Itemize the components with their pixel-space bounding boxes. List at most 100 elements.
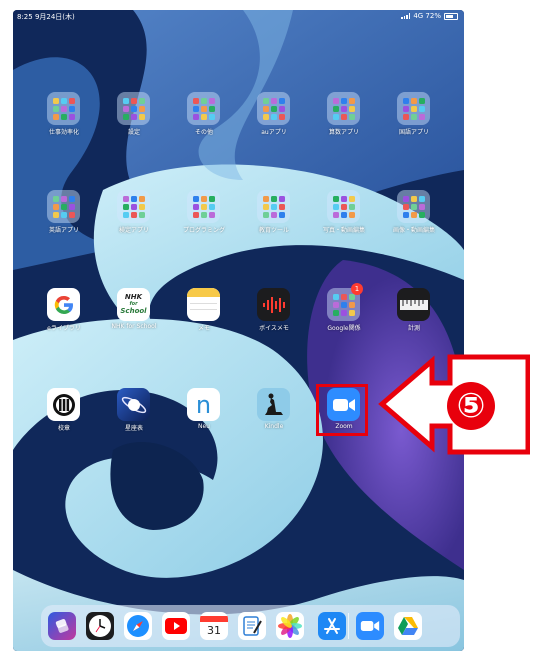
app-label: eライブラリ (47, 325, 81, 332)
folder-mini-app-icon (192, 211, 199, 218)
status-network-battery: 4G 72% (413, 12, 441, 20)
folder-mini-app-icon (340, 309, 347, 316)
app-label: その他 (194, 129, 213, 136)
app-folder-1-2[interactable]: プログラミング (174, 190, 234, 242)
dock-photos-icon[interactable] (276, 612, 304, 640)
nhk-icon-text: School (120, 307, 147, 315)
dock-clock-icon[interactable] (86, 612, 114, 640)
app-folder-1-4[interactable]: 写真・動画編集 (314, 190, 374, 242)
folder-mini-app-icon (138, 97, 145, 104)
dock-goodnotes-icon[interactable] (238, 612, 266, 640)
app-label: 教育ツール (258, 227, 289, 234)
dock-shortcuts-icon[interactable] (48, 612, 76, 640)
app-label: 星座表 (124, 425, 143, 432)
app-folder-1-0[interactable]: 英語アプリ (34, 190, 94, 242)
app-label: 英語アプリ (48, 227, 79, 234)
app-nhk-2-1[interactable]: NHK for School NHK for School (104, 288, 164, 340)
app-label: NHK for School (111, 323, 157, 330)
app-measure-2-5[interactable]: 計測 (384, 288, 444, 340)
app-kindle-3-3[interactable]: Kindle (244, 388, 304, 440)
folder-mini-app-icon (52, 203, 59, 210)
dock-app-store-icon[interactable] (318, 612, 346, 640)
google-icon (47, 288, 80, 321)
dock-safari-icon[interactable] (124, 612, 152, 640)
folder-mini-app-icon (262, 113, 269, 120)
app-google-2-0[interactable]: eライブラリ (34, 288, 94, 340)
app-folder-1-5[interactable]: 画像・動画編集 (384, 190, 444, 242)
folder-mini-app-icon (130, 211, 137, 218)
folder-mini-app-icon (270, 211, 277, 218)
folder-mini-app-icon (418, 113, 425, 120)
folder-mini-app-icon (52, 211, 59, 218)
voice-memo-icon (257, 288, 290, 321)
app-neu-3-2[interactable]: n Neu (174, 388, 234, 440)
folder-mini-app-icon (138, 211, 145, 218)
neu-icon: n (187, 388, 220, 421)
folder-mini-app-icon (270, 195, 277, 202)
app-folder-0-3[interactable]: auアプリ (244, 92, 304, 144)
app-folder-0-2[interactable]: その他 (174, 92, 234, 144)
folder-mini-app-icon (68, 195, 75, 202)
app-voicememo-2-3[interactable]: ボイスメモ (244, 288, 304, 340)
folder-mini-app-icon (402, 97, 409, 104)
folder-mini-app-icon (348, 113, 355, 120)
notification-badge: 1 (351, 283, 363, 295)
dock-google-drive-icon[interactable] (394, 612, 422, 640)
app-label: 検定アプリ (118, 227, 149, 234)
dock-youtube-icon[interactable] (162, 612, 190, 640)
folder-mini-app-icon (130, 203, 137, 210)
folder-icon (47, 190, 80, 223)
folder-mini-app-icon (138, 203, 145, 210)
nhk-icon-text: NHK (124, 293, 143, 301)
folder-mini-app-icon (418, 195, 425, 202)
app-notes-2-2[interactable]: メモ (174, 288, 234, 340)
app-label: 算数アプリ (328, 129, 359, 136)
nhk-for-school-icon: NHK for School (117, 288, 150, 321)
folder-mini-app-icon (262, 203, 269, 210)
folder-mini-app-icon (402, 195, 409, 202)
folder-mini-app-icon (122, 97, 129, 104)
app-folder-0-5[interactable]: 国語アプリ (384, 92, 444, 144)
app-folder-0-0[interactable]: 仕事効率化 (34, 92, 94, 144)
folder-mini-app-icon (130, 113, 137, 120)
app-folder-1-1[interactable]: 検定アプリ (104, 190, 164, 242)
dock-calendar-icon[interactable]: 31 (200, 612, 228, 640)
folder-mini-app-icon (410, 97, 417, 104)
app-stars-3-1[interactable]: 星座表 (104, 388, 164, 440)
folder-mini-app-icon (270, 105, 277, 112)
folder-mini-app-icon (122, 195, 129, 202)
folder-mini-app-icon (208, 113, 215, 120)
folder-mini-app-icon (418, 97, 425, 104)
folder-mini-app-icon (278, 211, 285, 218)
app-folder-0-1[interactable]: 設定 (104, 92, 164, 144)
ipad-home-screen: 8:25 9月24日(木) 4G 72% 仕事効率化 設定 その他 auアプリ 算数アプ… (13, 10, 464, 651)
status-time-date: 8:25 9月24日(木) (17, 13, 75, 21)
folder-mini-app-icon (122, 113, 129, 120)
folder-mini-app-icon (410, 195, 417, 202)
app-folder-1-3[interactable]: 教育ツール (244, 190, 304, 242)
dock-zoom-icon[interactable] (356, 612, 384, 640)
folder-mini-app-icon (332, 105, 339, 112)
folder-mini-app-icon (348, 105, 355, 112)
folder-icon (397, 190, 430, 223)
folder-mini-app-icon (278, 97, 285, 104)
folder-mini-app-icon (410, 211, 417, 218)
folder-mini-app-icon (340, 195, 347, 202)
app-folder-0-4[interactable]: 算数アプリ (314, 92, 374, 144)
app-label: 国語アプリ (398, 129, 429, 136)
app-folder-2-4[interactable]: 1 Google関係 (314, 283, 374, 340)
app-crest-3-0[interactable]: 校章 (34, 388, 94, 440)
folder-mini-app-icon (262, 211, 269, 218)
folder-mini-app-icon (192, 203, 199, 210)
folder-mini-app-icon (270, 203, 277, 210)
folder-mini-app-icon (60, 195, 67, 202)
folder-mini-app-icon (52, 105, 59, 112)
folder-mini-app-icon (410, 105, 417, 112)
folder-mini-app-icon (402, 113, 409, 120)
app-label: 設定 (127, 129, 140, 136)
folder-mini-app-icon (52, 97, 59, 104)
folder-mini-app-icon (340, 113, 347, 120)
folder-mini-app-icon (138, 105, 145, 112)
kindle-icon (257, 388, 290, 421)
folder-mini-app-icon (60, 203, 67, 210)
